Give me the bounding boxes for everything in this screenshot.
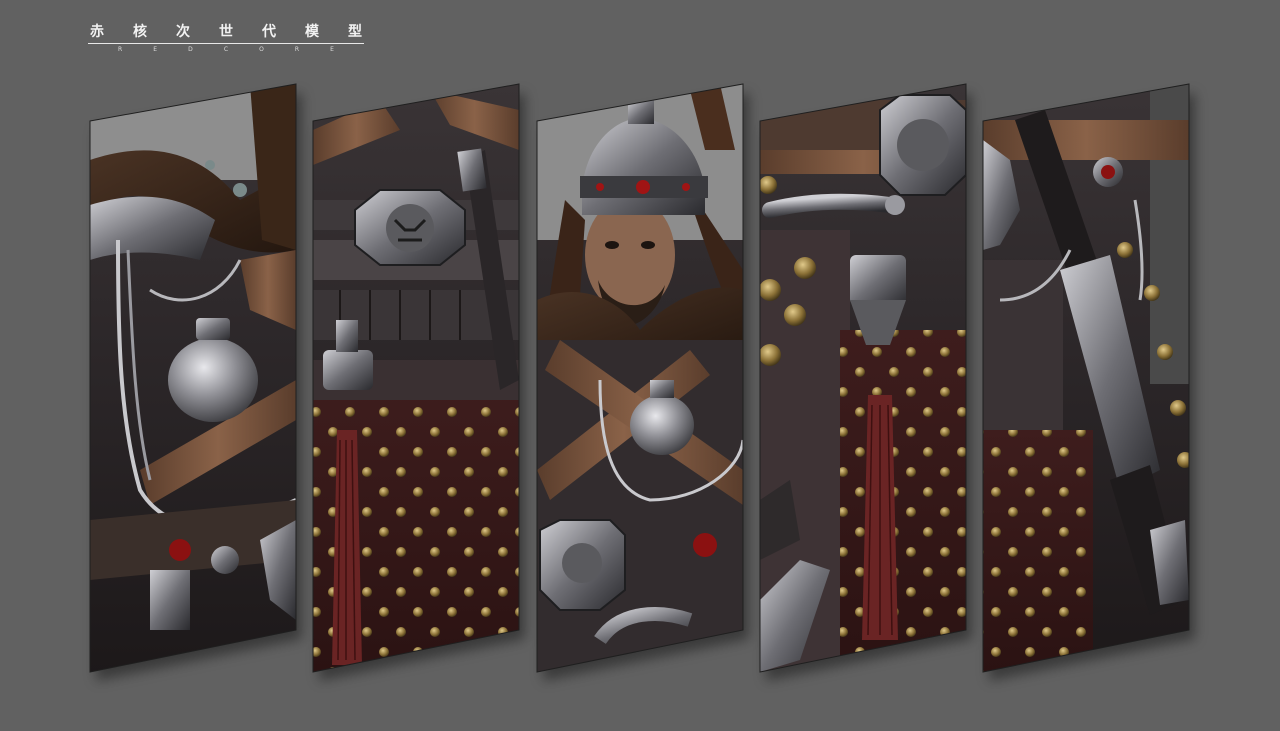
panel-armor-shoulder (90, 84, 296, 672)
panel-sword-scabbard (983, 84, 1189, 672)
panel-warrior-portrait (537, 84, 743, 672)
panel-belt-detail (760, 84, 966, 672)
panel-gallery (89, 83, 1195, 681)
panel-dragon-buckle (313, 84, 519, 672)
